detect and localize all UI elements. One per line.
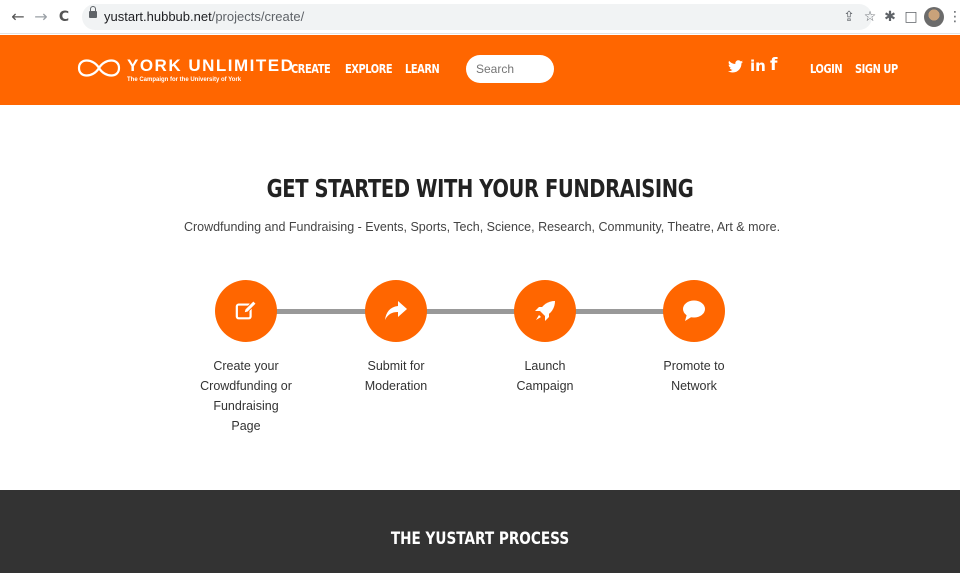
step-create-page: Create your Crowdfunding or Fundraising … [186, 280, 306, 436]
login-link[interactable]: LOGIN [810, 62, 843, 76]
process-title: THE YUSTART PROCESS [390, 529, 570, 549]
step-circle [215, 280, 277, 342]
nav-learn[interactable]: LEARN [405, 62, 440, 76]
step-submit-moderation: Submit for Moderation [336, 280, 456, 396]
share-arrow-icon [385, 301, 407, 320]
step-circle [514, 280, 576, 342]
site-header: YORK UNLIMITED The Campaign for the Univ… [0, 35, 960, 105]
speech-bubble-icon [683, 300, 705, 321]
nav-create[interactable]: CREATE [291, 62, 331, 76]
linkedin-icon[interactable]: in [750, 57, 766, 75]
profile-avatar[interactable] [924, 7, 944, 27]
browser-toolbar: ← → C yustart.hubbub.net/projects/create… [0, 0, 960, 34]
menu-icon[interactable]: ⋮ [946, 8, 960, 26]
share-icon[interactable]: ⇪ [840, 8, 858, 26]
step-label: Submit for Moderation [364, 359, 428, 393]
logo-title: YORK UNLIMITED [127, 56, 295, 75]
step-circle [663, 280, 725, 342]
step-circle [365, 280, 427, 342]
url-path: /projects/create/ [211, 9, 305, 24]
side-panel-icon[interactable]: □ [902, 8, 920, 26]
lock-icon[interactable] [89, 6, 97, 18]
process-section: THE YUSTART PROCESS [0, 490, 960, 573]
url-host: yustart.hubbub.net [104, 9, 212, 24]
signup-link[interactable]: SIGN UP [855, 62, 898, 76]
rocket-icon [535, 301, 555, 321]
logo-subtitle: The Campaign for the University of York [127, 77, 242, 83]
step-label: Promote to Network [663, 359, 725, 393]
extensions-icon[interactable]: ✱ [881, 8, 899, 26]
step-label: Launch Campaign [516, 359, 574, 393]
page-title: GET STARTED WITH YOUR FUNDRAISING [266, 174, 694, 203]
nav-explore[interactable]: EXPLORE [345, 62, 393, 76]
facebook-icon[interactable]: f [770, 55, 777, 75]
url-text[interactable]: yustart.hubbub.net/projects/create/ [104, 9, 304, 24]
step-launch-campaign: Launch Campaign [485, 280, 605, 396]
step-label: Create your Crowdfunding or Fundraising … [200, 359, 292, 433]
forward-icon[interactable]: → [31, 7, 51, 27]
bookmark-star-icon[interactable]: ☆ [861, 8, 879, 26]
page-subtitle: Crowdfunding and Fundraising - Events, S… [183, 220, 781, 234]
search-input[interactable] [466, 55, 554, 83]
back-icon[interactable]: ← [8, 7, 28, 27]
reload-icon[interactable]: C [54, 7, 74, 27]
step-promote-network: Promote to Network [634, 280, 754, 396]
edit-icon [235, 300, 257, 320]
twitter-icon[interactable] [728, 58, 743, 77]
steps-connector-line [245, 309, 695, 314]
infinity-logo-icon [77, 59, 121, 77]
